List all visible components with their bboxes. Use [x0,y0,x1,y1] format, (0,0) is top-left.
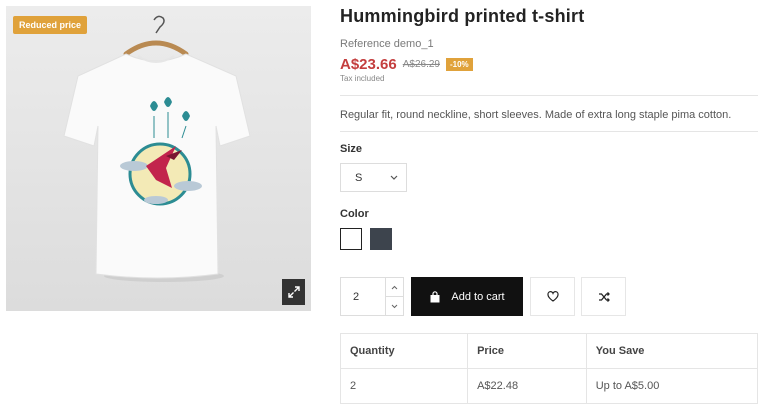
heart-icon [546,291,559,302]
divider [340,95,758,96]
table-cell-price: A$22.48 [467,368,587,404]
product-image[interactable] [6,6,311,311]
divider [340,131,758,132]
color-swatch-white[interactable] [340,228,362,250]
quantity-stepper[interactable]: 2 [340,277,404,316]
reduced-price-badge: Reduced price [13,16,88,34]
quantity-arrows [386,278,403,315]
discount-badge: -10% [445,58,473,71]
expand-icon [287,286,300,298]
table-cell-you-save: Up to A$5.00 [585,368,758,404]
chevron-down-icon [391,304,398,308]
table-header-quantity: Quantity [339,333,469,369]
table-row: 2 A$22.48 Up to A$5.00 [339,368,758,404]
product-title: Hummingbird printed t-shirt [340,6,585,26]
quantity-decrease-button[interactable] [386,296,403,315]
price-row: A$23.66 A$26.29 -10% [340,56,473,73]
size-select[interactable]: S [340,163,407,192]
color-label: Color [340,208,369,220]
color-swatch-dark[interactable] [370,228,392,250]
table-cell-quantity: 2 [339,368,469,404]
size-label: Size [340,143,363,155]
quantity-increase-button[interactable] [386,278,403,296]
shuffle-icon [598,291,610,302]
table-header-you-save: You Save [585,333,758,369]
tax-note: Tax included [340,74,385,83]
product-description: Regular fit, round neckline, short sleev… [340,109,732,121]
current-price: A$23.66 [340,56,397,73]
table-header-price: Price [467,333,587,369]
wishlist-button[interactable] [530,277,575,316]
compare-button[interactable] [581,277,626,316]
chevron-down-icon [390,175,398,180]
chevron-up-icon [391,285,398,289]
expand-image-button[interactable] [282,279,305,305]
table-header-row: Quantity Price You Save [339,333,758,369]
old-price: A$26.29 [402,59,440,70]
product-image-panel: Reduced price [6,6,311,311]
add-to-cart-button[interactable]: Add to cart [411,277,523,316]
size-selected-value: S [355,171,363,184]
product-reference: Reference demo_1 [340,38,434,50]
shopping-bag-icon [430,290,440,302]
volume-discount-table: Quantity Price You Save 2 A$22.48 Up to … [339,333,758,404]
add-to-cart-label: Add to cart [451,290,505,303]
quantity-input[interactable]: 2 [341,278,386,315]
